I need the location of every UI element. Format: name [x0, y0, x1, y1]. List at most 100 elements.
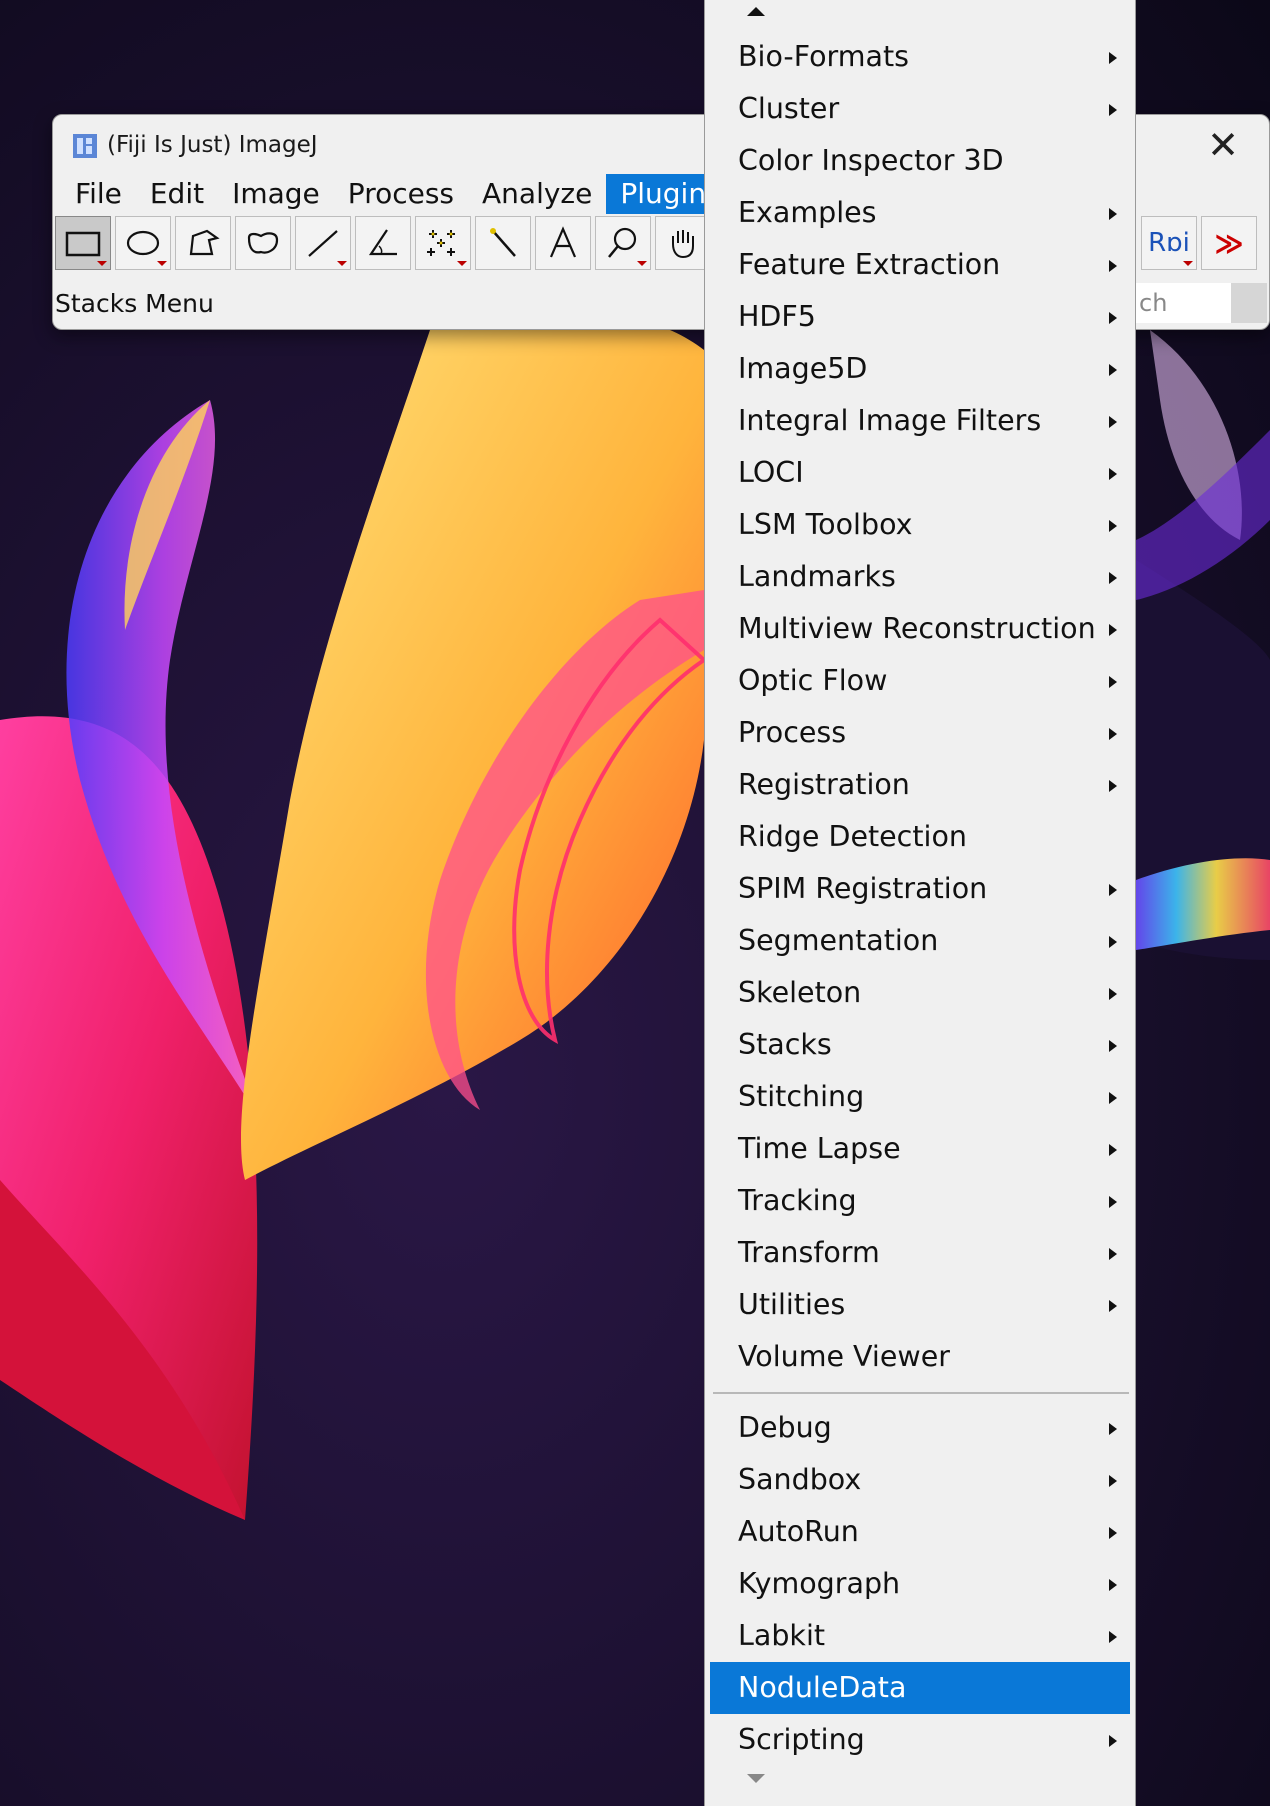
- menu-item-label: Time Lapse: [738, 1132, 901, 1165]
- menu-image[interactable]: Image: [218, 174, 334, 214]
- menu-item-optic-flow[interactable]: Optic Flow: [705, 655, 1135, 707]
- menu-item-label: AutoRun: [738, 1515, 859, 1548]
- menu-item-color-inspector-3d[interactable]: Color Inspector 3D: [705, 135, 1135, 187]
- submenu-arrow-icon: [1109, 780, 1117, 792]
- hand-tool-button[interactable]: [655, 216, 711, 270]
- wand-tool-button[interactable]: [475, 216, 531, 270]
- menu-item-scripting[interactable]: Scripting: [705, 1714, 1135, 1766]
- close-button[interactable]: ✕: [1177, 115, 1269, 175]
- multipoint-tool-button[interactable]: [415, 216, 471, 270]
- menu-item-landmarks[interactable]: Landmarks: [705, 551, 1135, 603]
- menu-item-segmentation[interactable]: Segmentation: [705, 915, 1135, 967]
- menu-item-cluster[interactable]: Cluster: [705, 83, 1135, 135]
- menu-item-label: Tracking: [738, 1184, 857, 1217]
- oval-tool-button[interactable]: [115, 216, 171, 270]
- rectangle-tool-button[interactable]: [55, 216, 111, 270]
- submenu-arrow-icon: [1109, 52, 1117, 64]
- menu-item-label: Kymograph: [738, 1567, 901, 1600]
- submenu-arrow-icon: [1109, 1579, 1117, 1591]
- submenu-arrow-icon: [1109, 1475, 1117, 1487]
- menu-analyze[interactable]: Analyze: [468, 174, 606, 214]
- scroll-down-button[interactable]: [705, 1772, 1135, 1786]
- submenu-arrow-icon: [1109, 1300, 1117, 1312]
- menu-item-registration[interactable]: Registration: [705, 759, 1135, 811]
- menu-item-label: LOCI: [738, 456, 804, 489]
- menu-item-label: Cluster: [738, 92, 840, 125]
- scroll-down-icon: [747, 1774, 765, 1783]
- magnifier-tool-button[interactable]: [595, 216, 651, 270]
- window-title: (Fiji Is Just) ImageJ: [107, 132, 318, 158]
- menu-edit[interactable]: Edit: [136, 174, 218, 214]
- hand-tool-icon: [672, 230, 694, 259]
- more-tools-button[interactable]: ≫: [1201, 216, 1257, 270]
- search-options-button[interactable]: [1231, 283, 1267, 323]
- menu-item-autorun[interactable]: AutoRun: [705, 1506, 1135, 1558]
- dropdown-indicator: [637, 261, 647, 266]
- menu-item-process[interactable]: Process: [705, 707, 1135, 759]
- menu-item-label: Color Inspector 3D: [738, 144, 1004, 177]
- menu-item-spim-registration[interactable]: SPIM Registration: [705, 863, 1135, 915]
- line-tool-icon: [308, 230, 338, 257]
- submenu-arrow-icon: [1109, 884, 1117, 896]
- menu-item-transform[interactable]: Transform: [705, 1227, 1135, 1279]
- menu-item-label: Volume Viewer: [738, 1340, 950, 1373]
- menu-item-label: Bio-Formats: [738, 40, 909, 73]
- menu-item-skeleton[interactable]: Skeleton: [705, 967, 1135, 1019]
- wand-tool-icon: [490, 228, 516, 257]
- line-tool-button[interactable]: [295, 216, 351, 270]
- dropdown-indicator: [157, 261, 167, 266]
- menu-item-stacks[interactable]: Stacks: [705, 1019, 1135, 1071]
- freehand-tool-button[interactable]: [235, 216, 291, 270]
- menu-item-ridge-detection[interactable]: Ridge Detection: [705, 811, 1135, 863]
- menu-item-label: Segmentation: [738, 924, 939, 957]
- menu-item-label: Skeleton: [738, 976, 862, 1009]
- menu-item-label: Transform: [738, 1236, 880, 1269]
- menu-item-loci[interactable]: LOCI: [705, 447, 1135, 499]
- dropdown-indicator: [97, 261, 107, 266]
- submenu-arrow-icon: [1109, 520, 1117, 532]
- menu-item-tracking[interactable]: Tracking: [705, 1175, 1135, 1227]
- magnifier-tool-icon: [608, 227, 637, 258]
- text-tool-button[interactable]: [535, 216, 591, 270]
- menu-item-noduledata[interactable]: NoduleData: [710, 1662, 1130, 1714]
- submenu-arrow-icon: [1109, 988, 1117, 1000]
- menu-item-label: Scripting: [738, 1723, 865, 1756]
- menu-item-feature-extraction[interactable]: Feature Extraction: [705, 239, 1135, 291]
- menu-item-label: Registration: [738, 768, 910, 801]
- menu-item-stitching[interactable]: Stitching: [705, 1071, 1135, 1123]
- submenu-arrow-icon: [1109, 1735, 1117, 1747]
- menu-item-volume-viewer[interactable]: Volume Viewer: [705, 1331, 1135, 1383]
- menu-item-hdf5[interactable]: HDF5: [705, 291, 1135, 343]
- multipoint-tool-icon: [427, 230, 455, 256]
- menu-item-lsm-toolbox[interactable]: LSM Toolbox: [705, 499, 1135, 551]
- menu-item-multiview-reconstruction[interactable]: Multiview Reconstruction: [705, 603, 1135, 655]
- submenu-arrow-icon: [1109, 312, 1117, 324]
- menu-item-kymograph[interactable]: Kymograph: [705, 1558, 1135, 1610]
- menu-item-label: Ridge Detection: [738, 820, 967, 853]
- angle-tool-button[interactable]: [355, 216, 411, 270]
- menu-item-bio-formats[interactable]: Bio-Formats: [705, 31, 1135, 83]
- submenu-arrow-icon: [1109, 208, 1117, 220]
- menu-process[interactable]: Process: [334, 174, 468, 214]
- menu-item-label: HDF5: [738, 300, 816, 333]
- menu-item-examples[interactable]: Examples: [705, 187, 1135, 239]
- text-tool-icon: [549, 226, 577, 258]
- menu-item-sandbox[interactable]: Sandbox: [705, 1454, 1135, 1506]
- menu-file[interactable]: File: [61, 174, 136, 214]
- roi-manager-button[interactable]: Rɒi: [1141, 216, 1197, 270]
- menu-item-debug[interactable]: Debug: [705, 1402, 1135, 1454]
- menu-item-label: Debug: [738, 1411, 832, 1444]
- menu-item-time-lapse[interactable]: Time Lapse: [705, 1123, 1135, 1175]
- menu-item-image5d[interactable]: Image5D: [705, 343, 1135, 395]
- menu-item-label: Multiview Reconstruction: [738, 612, 1096, 645]
- rectangle-tool-icon: [65, 231, 101, 257]
- scroll-up-button[interactable]: [705, 4, 1135, 18]
- submenu-arrow-icon: [1109, 364, 1117, 376]
- polygon-tool-button[interactable]: [175, 216, 231, 270]
- submenu-arrow-icon: [1109, 1631, 1117, 1643]
- menu-item-utilities[interactable]: Utilities: [705, 1279, 1135, 1331]
- menu-item-label: Process: [738, 716, 847, 749]
- menu-item-labkit[interactable]: Labkit: [705, 1610, 1135, 1662]
- menu-item-label: Image5D: [738, 352, 868, 385]
- menu-item-integral-image-filters[interactable]: Integral Image Filters: [705, 395, 1135, 447]
